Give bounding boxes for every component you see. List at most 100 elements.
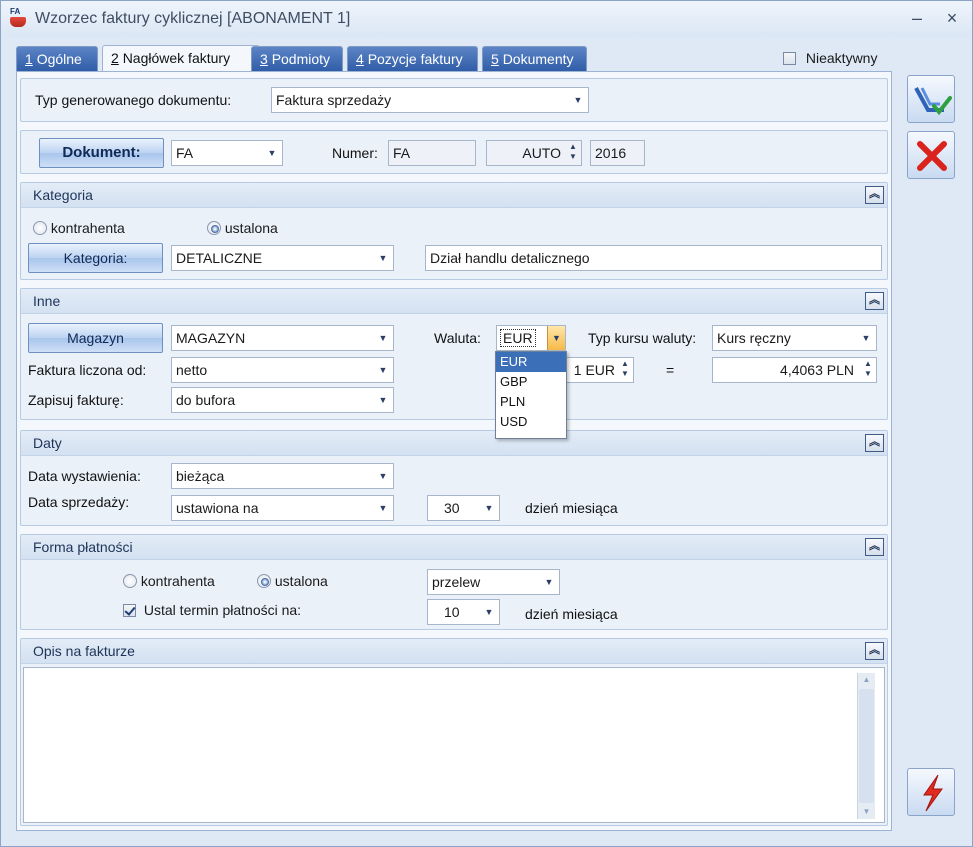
opis-header: Opis na fakturze ︽ [21, 639, 887, 664]
spinner-arrows-icon[interactable]: ▲ ▼ [619, 359, 631, 381]
sprzedaz-day-select[interactable]: 30 ▼ [427, 495, 500, 521]
number-mode-spinner[interactable]: AUTO ▲ ▼ [486, 140, 582, 166]
document-series-value: FA [176, 145, 194, 161]
kategoria-panel: Kategoria ︽ kontrahenta ustalona Kategor… [20, 182, 888, 280]
tab-pozycje-faktury[interactable]: 4 Pozycje faktury [347, 46, 478, 72]
tab-label: Pozycje faktury [367, 51, 463, 67]
tab-hotkey: 4 [356, 51, 364, 67]
radio-icon[interactable] [257, 574, 271, 588]
waluta-select[interactable]: EUR ▼ [496, 325, 566, 351]
scroll-track[interactable] [859, 689, 874, 803]
invoice-template-window: FA Wzorzec faktury cyklicznej [ABONAMENT… [0, 0, 973, 847]
sprzedaz-day-suffix: dzień miesiąca [525, 500, 618, 516]
radio-icon[interactable] [33, 221, 47, 235]
spinner-arrows-icon[interactable]: ▲ ▼ [567, 142, 579, 164]
chevron-down-icon: ▼ [378, 365, 388, 375]
doc-type-value: Faktura sprzedaży [276, 92, 392, 108]
radio-kategoria-ustalona[interactable]: ustalona [207, 220, 278, 236]
data-sprzedazy-select[interactable]: ustawiona na ▼ [171, 495, 394, 521]
kategoria-value: DETALICZNE [176, 250, 263, 266]
data-wystawienia-select[interactable]: bieżąca ▼ [171, 463, 394, 489]
number-year-field: 2016 [590, 140, 645, 166]
lightning-icon [923, 774, 943, 812]
data-sprzedazy-label: Data sprzedaży: [28, 494, 130, 510]
tab-dokumenty[interactable]: 5 Dokumenty [482, 46, 587, 72]
doc-type-panel: Typ generowanego dokumentu: Faktura sprz… [20, 78, 888, 122]
collapse-icon[interactable]: ︽ [865, 538, 884, 556]
tab-naglowek-faktury[interactable]: 2 Nagłówek faktury [102, 45, 260, 73]
generate-button[interactable] [907, 768, 955, 816]
faktura-liczona-label: Faktura liczona od: [28, 362, 147, 378]
magazyn-button[interactable]: Magazyn [28, 323, 163, 353]
radio-icon[interactable] [123, 574, 137, 588]
waluta-label: Waluta: [434, 330, 481, 346]
currency-option[interactable]: USD [496, 412, 566, 432]
inactive-checkbox[interactable] [783, 52, 796, 65]
payment-method-select[interactable]: przelew ▼ [427, 569, 560, 595]
radio-platnosc-kontrahenta[interactable]: kontrahenta [123, 573, 215, 589]
faktura-liczona-value: netto [176, 362, 208, 378]
spinner-arrows-icon[interactable]: ▲ ▼ [862, 359, 874, 381]
collapse-icon[interactable]: ︽ [865, 292, 884, 310]
tab-label: Ogólne [36, 51, 82, 67]
inne-header: Inne ︽ [21, 289, 887, 314]
radio-kategoria-kontrahenta[interactable]: kontrahenta [33, 220, 125, 236]
zapisuj-select[interactable]: do bufora ▼ [171, 387, 394, 413]
kategoria-select[interactable]: DETALICZNE ▼ [171, 245, 394, 271]
save-button[interactable] [907, 75, 955, 123]
collapse-icon[interactable]: ︽ [865, 186, 884, 204]
rate-right-spinner[interactable]: 4,4063 PLN ▲ ▼ [712, 357, 877, 383]
termin-toggle[interactable]: Ustal termin płatności na: [123, 602, 301, 618]
currency-option[interactable]: PLN [496, 392, 566, 412]
radio-icon[interactable] [207, 221, 221, 235]
currency-option[interactable]: GBP [496, 372, 566, 392]
magazyn-select[interactable]: MAGAZYN ▼ [171, 325, 394, 351]
opis-title: Opis na fakturze [33, 643, 135, 659]
close-window-button[interactable]: × [941, 7, 963, 29]
daty-title: Daty [33, 435, 62, 451]
currency-dropdown-list: EUR GBP PLN USD [495, 351, 567, 439]
typ-kursu-label: Typ kursu waluty: [588, 330, 697, 346]
tab-hotkey: 3 [260, 51, 268, 67]
doc-type-select[interactable]: Faktura sprzedaży ▼ [271, 87, 589, 113]
tab-label: Dokumenty [502, 51, 574, 67]
chevron-down-icon: ▼ [484, 503, 494, 513]
radio-platnosc-ustalona[interactable]: ustalona [257, 573, 328, 589]
currency-option[interactable]: EUR [496, 352, 566, 372]
document-button[interactable]: Dokument: [39, 138, 164, 168]
kategoria-button[interactable]: Kategoria: [28, 243, 163, 273]
rate-left-spinner[interactable]: 1 EUR ▲ ▼ [566, 357, 634, 383]
sprzedaz-day-value: 30 [444, 500, 460, 516]
tab-ogolne[interactable]: 1 Ogólne [16, 46, 98, 72]
rate-left-value: 1 EUR [573, 362, 615, 378]
inactive-toggle[interactable]: Nieaktywny [783, 50, 877, 66]
equals-sign: = [666, 362, 675, 378]
collapse-icon[interactable]: ︽ [865, 434, 884, 452]
chevron-down-icon[interactable]: ▼ [547, 326, 565, 350]
kategoria-description-field[interactable]: Dział handlu detalicznego [425, 245, 882, 271]
chevron-down-icon: ▼ [484, 607, 494, 617]
typ-kursu-select[interactable]: Kurs ręczny ▼ [712, 325, 877, 351]
minimize-button[interactable]: – [906, 7, 928, 29]
faktura-liczona-select[interactable]: netto ▼ [171, 357, 394, 383]
opis-scrollbar[interactable]: ▲ ▼ [857, 673, 875, 819]
data-sprzedazy-value: ustawiona na [176, 500, 259, 516]
platnosc-title: Forma płatności [33, 539, 133, 555]
document-series-select[interactable]: FA ▼ [171, 140, 283, 166]
tab-podmioty[interactable]: 3 Podmioty [251, 46, 343, 72]
data-wystawienia-label: Data wystawienia: [28, 468, 141, 484]
tab-hotkey: 2 [111, 50, 119, 66]
termin-checkbox[interactable] [123, 604, 136, 617]
scroll-down-icon[interactable]: ▼ [858, 805, 875, 819]
waluta-value: EUR [500, 329, 536, 347]
chevron-down-icon: ▼ [378, 333, 388, 343]
opis-textarea[interactable] [23, 667, 885, 823]
scroll-up-icon[interactable]: ▲ [858, 673, 875, 687]
zapisuj-value: do bufora [176, 392, 236, 408]
cancel-button[interactable] [907, 131, 955, 179]
app-icon-label: FA [10, 7, 21, 16]
termin-day-select[interactable]: 10 ▼ [427, 599, 500, 625]
termin-day-suffix: dzień miesiąca [525, 606, 618, 622]
termin-label: Ustal termin płatności na: [143, 602, 302, 618]
collapse-icon[interactable]: ︽ [865, 642, 884, 660]
